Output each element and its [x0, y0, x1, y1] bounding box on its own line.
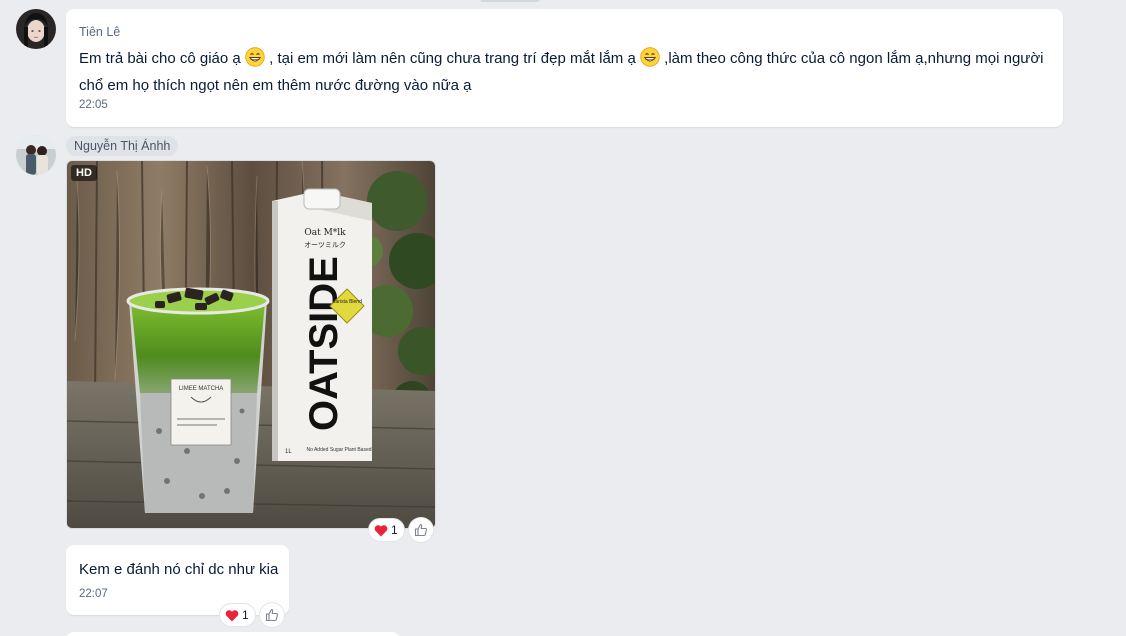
carton-jp-text: オーツミルク [304, 241, 346, 249]
reaction-count: 1 [242, 608, 249, 622]
carton-footer: No Added Sugar Plant Based [306, 447, 371, 453]
message-text-part: , tại em mới làm nên cũng chưa trang trí… [269, 50, 636, 67]
heart-icon [225, 609, 239, 621]
carton-volume: 1L [285, 449, 292, 455]
photo-attachment[interactable]: LIMEE MATCHA Oat M*lk オーツミルク OATSIDE Bar… [66, 160, 436, 529]
avatar-nguyen-thi-anhh[interactable] [16, 135, 56, 175]
message-text-part: Em trả bài cho cô giáo ạ [79, 50, 241, 67]
message-text: Em trả bài cho cô giáo ạ , tại em mới là… [79, 45, 1054, 99]
thumbs-up-icon [414, 523, 428, 537]
hd-badge: HD [71, 165, 97, 181]
like-button[interactable] [260, 603, 284, 627]
message-bubble[interactable]: Tiên Lê Em trả bài cho cô giáo ạ , tại e… [66, 9, 1063, 127]
message-text-part: ,làm theo công thức của cô ngon lắm ạ,nh… [664, 50, 1044, 67]
grinning-face-emoji [640, 47, 660, 67]
reaction-count: 1 [391, 523, 398, 537]
cup-label: LIMEE MATCHA [179, 386, 224, 392]
scroll-indicator [480, 0, 540, 2]
avatar-tien-le[interactable] [16, 9, 56, 49]
thumbs-up-icon [265, 608, 279, 622]
next-message-bubble [66, 632, 400, 636]
reaction-heart[interactable]: 1 [220, 604, 255, 626]
chat-conversation: Tiên Lê Em trả bài cho cô giáo ạ , tại e… [0, 0, 1126, 636]
heart-icon [374, 524, 388, 536]
message-time: 22:05 [79, 99, 108, 111]
sender-name: Tiên Lê [79, 25, 121, 39]
carton-brand: OATSIDE [302, 256, 346, 431]
message-time: 22:07 [79, 588, 108, 600]
sender-name: Nguyễn Thị Ánhh [66, 136, 179, 156]
message-bubble[interactable]: Kem e đánh nó chỉ dc như kia 22:07 [66, 545, 289, 615]
message-text: Kem e đánh nó chỉ dc như kia [79, 561, 279, 578]
photo-image: LIMEE MATCHA Oat M*lk オーツミルク OATSIDE Bar… [67, 161, 435, 528]
reaction-heart[interactable]: 1 [369, 519, 404, 541]
grinning-face-emoji [245, 47, 265, 67]
carton-title: Oat M*lk [304, 228, 346, 238]
like-button[interactable] [409, 518, 433, 542]
message-text-part: chổ em họ thích ngọt nên em thêm nước đư… [79, 77, 472, 94]
carton-badge: Barista Blend [332, 299, 362, 305]
